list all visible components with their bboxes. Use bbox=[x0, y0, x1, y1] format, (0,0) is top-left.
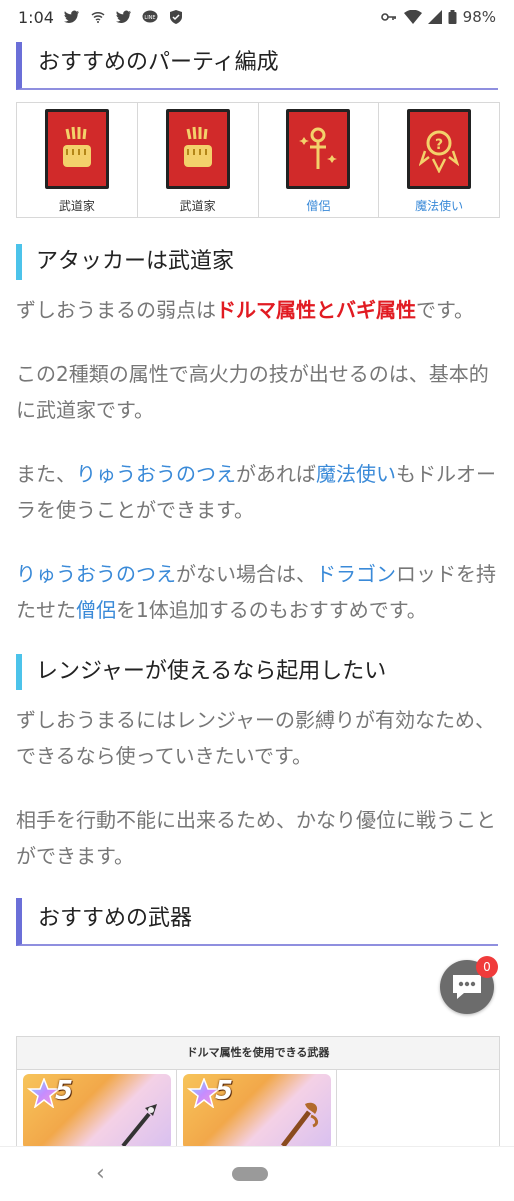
link-dragon-staff[interactable]: りゅうおうのつえ bbox=[76, 462, 236, 486]
svg-text:LINE: LINE bbox=[144, 15, 155, 21]
party-member-3[interactable]: 僧侶 bbox=[259, 103, 380, 217]
paragraph-martial-artist: この2種類の属性で高火力の技が出せるのは、基本的に武道家です。 bbox=[16, 356, 498, 428]
party-table: 武道家 武道家 僧侶 ? 魔法使い bbox=[16, 102, 500, 218]
weapon-card-rod[interactable]: 5 bbox=[183, 1074, 331, 1150]
party-member-2: 武道家 bbox=[138, 103, 259, 217]
back-chevron-icon[interactable]: ‹ bbox=[96, 1161, 105, 1186]
text-span: また、 bbox=[16, 462, 76, 486]
weapon-cell-2[interactable]: 5 bbox=[177, 1070, 337, 1150]
priest-staff-icon bbox=[286, 109, 351, 189]
martial-artist-fist-icon bbox=[44, 109, 109, 189]
wifi-calling-icon bbox=[91, 11, 105, 23]
text-span: ずしおうまるの弱点は bbox=[16, 298, 216, 322]
link-dragon[interactable]: ドラゴン bbox=[316, 562, 396, 586]
paragraph-weakness: ずしおうまるの弱点はドルマ属性とバギ属性です。 bbox=[16, 292, 498, 328]
status-bar: 1:04 LINE 98% bbox=[0, 0, 514, 34]
battery-icon bbox=[448, 10, 457, 24]
party-member-label: 武道家 bbox=[58, 199, 95, 213]
party-member-4[interactable]: ? 魔法使い bbox=[379, 103, 499, 217]
mage-emblem-icon: ? bbox=[407, 109, 472, 189]
chat-button[interactable]: 0 bbox=[440, 956, 498, 1014]
link-dragon-staff[interactable]: りゅうおうのつえ bbox=[16, 562, 176, 586]
text-span: があれば bbox=[236, 462, 316, 486]
weapons-table-header: ドルマ属性を使用できる武器 bbox=[17, 1037, 499, 1070]
weapon-card-staff[interactable]: 5 bbox=[23, 1074, 171, 1150]
weapon-cell-1[interactable]: 5 bbox=[17, 1070, 177, 1150]
party-member-link-mage[interactable]: 魔法使い bbox=[415, 197, 463, 214]
heading-attacker: アタッカーは武道家 bbox=[16, 244, 498, 280]
text-span: を1体追加するのもおすすめです。 bbox=[116, 598, 427, 622]
weapons-row: 5 5 bbox=[17, 1070, 499, 1150]
heading-text: おすすめの武器 bbox=[38, 906, 193, 931]
text-span: がない場合は、 bbox=[176, 562, 316, 586]
android-nav-bar: ‹ bbox=[0, 1146, 514, 1201]
wifi-icon bbox=[403, 10, 422, 24]
rarity-number: 5 bbox=[55, 1076, 74, 1106]
status-time: 1:04 bbox=[18, 7, 54, 27]
key-icon bbox=[380, 13, 396, 21]
paragraph-ranger-bind: ずしおうまるにはレンジャーの影縛りが有効なため、できるなら使っていきたいです。 bbox=[16, 702, 498, 774]
party-member-label: 武道家 bbox=[179, 199, 216, 213]
svg-text:?: ? bbox=[435, 137, 443, 153]
rarity-number: 5 bbox=[215, 1076, 234, 1106]
notification-badge: 0 bbox=[476, 956, 498, 978]
shield-icon bbox=[169, 10, 182, 24]
text-span: ずしおうまるにはレンジャーの影縛りが有効なため、できるなら使っていきたいです。 bbox=[16, 708, 495, 768]
link-priest[interactable]: 僧侶 bbox=[76, 598, 116, 622]
heading-text: レンジャーが使えるなら起用したい bbox=[36, 659, 387, 684]
article-content: おすすめのパーティ編成 武道家 武道家 僧侶 ? 魔法使い アタッカーは武道家 … bbox=[0, 34, 514, 946]
line-icon: LINE bbox=[142, 10, 158, 23]
weapons-table: ドルマ属性を使用できる武器 5 5 bbox=[16, 1036, 500, 1150]
battery-percent: 98% bbox=[462, 8, 496, 26]
heading-text: おすすめのパーティ編成 bbox=[38, 50, 279, 75]
party-member-link-priest[interactable]: 僧侶 bbox=[306, 197, 330, 214]
twitter-icon bbox=[115, 10, 131, 23]
martial-artist-fist-icon bbox=[165, 109, 230, 189]
paragraph-dragon-staff: また、りゅうおうのつえがあれば魔法使いもドルオーラを使うことができます。 bbox=[16, 456, 498, 528]
signal-icon bbox=[427, 10, 442, 24]
text-span: 相手を行動不能に出来るため、かなり優位に戦うことができます。 bbox=[16, 808, 496, 868]
heading-recommended-weapons: おすすめの武器 bbox=[16, 898, 498, 946]
text-span: この2種類の属性で高火力の技が出せるのは、基本的に武道家です。 bbox=[16, 362, 489, 422]
party-member-1: 武道家 bbox=[17, 103, 138, 217]
weapon-cell-empty bbox=[337, 1070, 497, 1146]
paragraph-ranger-advantage: 相手を行動不能に出来るため、かなり優位に戦うことができます。 bbox=[16, 802, 498, 874]
chat-bubble-icon bbox=[453, 975, 481, 999]
home-pill-button[interactable] bbox=[232, 1167, 268, 1181]
paragraph-no-staff: りゅうおうのつえがない場合は、ドラゴンロッドを持たせた僧侶を1体追加するのもおす… bbox=[16, 556, 498, 628]
staff-weapon-icon bbox=[121, 1104, 157, 1148]
heading-text: アタッカーは武道家 bbox=[36, 249, 235, 274]
rod-weapon-icon bbox=[281, 1102, 319, 1148]
text-span: です。 bbox=[416, 298, 474, 322]
twitter-icon bbox=[63, 10, 79, 23]
heading-recommended-party: おすすめのパーティ編成 bbox=[16, 42, 498, 90]
emphasis-text: ドルマ属性とバギ属性 bbox=[216, 298, 416, 322]
link-mage[interactable]: 魔法使い bbox=[316, 462, 396, 486]
heading-ranger: レンジャーが使えるなら起用したい bbox=[16, 654, 498, 690]
